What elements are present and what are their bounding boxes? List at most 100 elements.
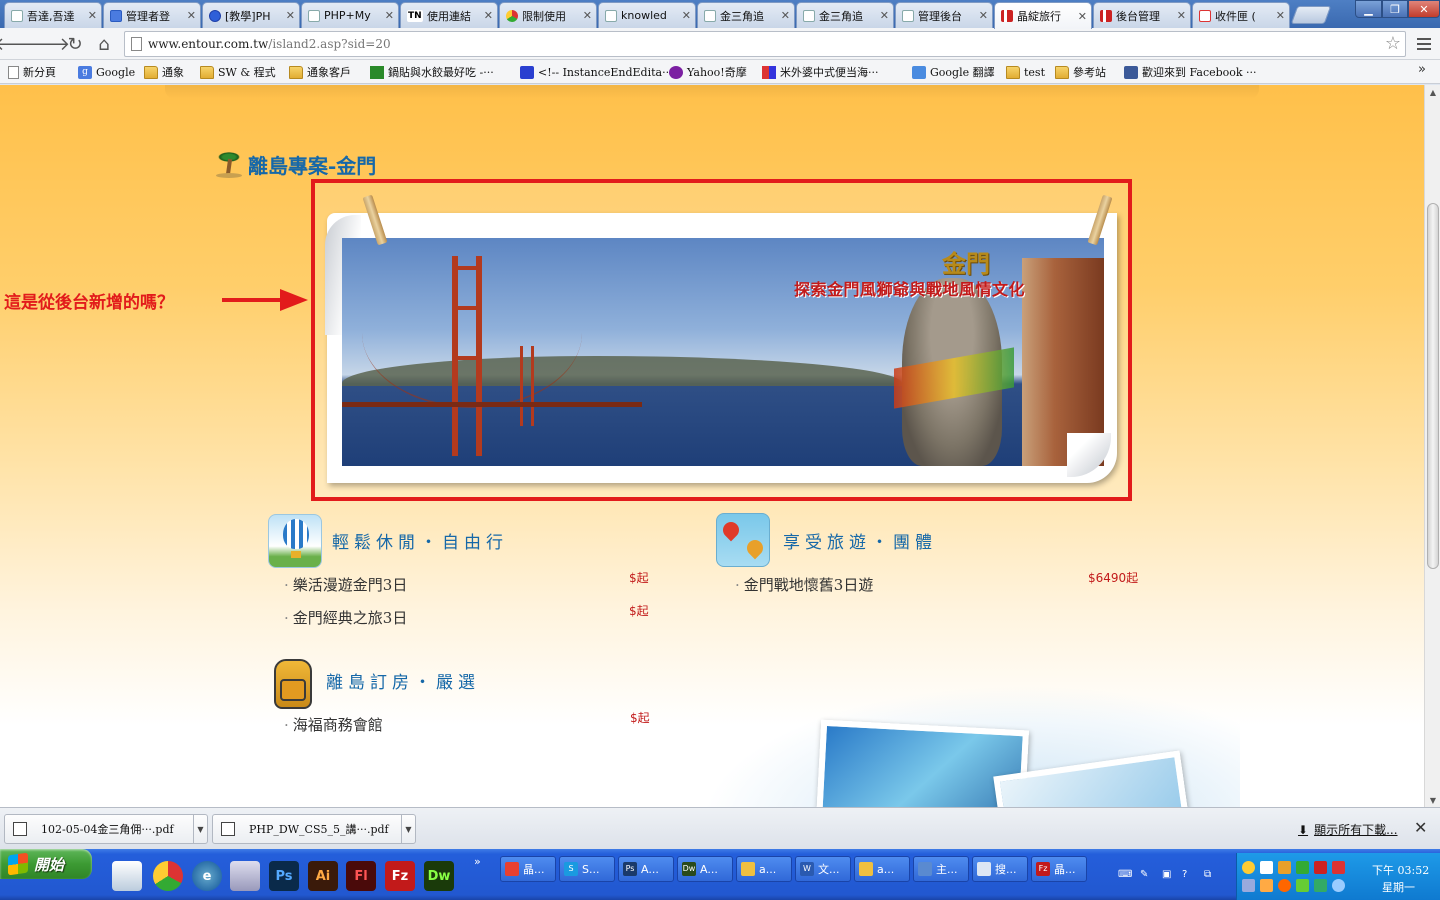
tray-mail-icon[interactable]: [1332, 861, 1345, 874]
notepad-icon[interactable]: [230, 861, 260, 891]
browser-tab[interactable]: 收件匣 (✕: [1192, 2, 1290, 28]
tray-app-icon[interactable]: [1332, 879, 1345, 892]
taskbar-task-button[interactable]: W 文...: [795, 856, 851, 882]
browser-tab[interactable]: 後台管理 ✕: [1093, 2, 1191, 28]
bookmark-item[interactable]: 歡迎來到 Facebook ···: [1124, 63, 1257, 81]
tab-close-icon[interactable]: ✕: [1276, 9, 1285, 22]
bookmark-item[interactable]: g Google: [78, 63, 135, 81]
bookmark-item[interactable]: Yahoo!奇摩: [669, 63, 747, 81]
taskbar-task-button[interactable]: 晶...: [500, 856, 556, 882]
tab-close-icon[interactable]: ✕: [88, 9, 97, 22]
tab-close-icon[interactable]: ✕: [484, 9, 493, 22]
address-bar[interactable]: www.entour.com.tw/island2.asp?sid=20 ☆: [124, 31, 1406, 57]
taskbar-task-button[interactable]: Fz 晶...: [1031, 856, 1087, 882]
browser-tab[interactable]: TN 使用連結 ✕: [400, 2, 498, 28]
window-close-button[interactable]: ✕: [1408, 0, 1440, 18]
tray-network-icon[interactable]: [1242, 879, 1255, 892]
new-tab-button[interactable]: [1290, 6, 1332, 24]
tray-app-icon[interactable]: [1278, 879, 1291, 892]
browser-tab[interactable]: knowled ✕: [598, 2, 696, 28]
bookmark-item[interactable]: <!-- InstanceEndEdita···: [520, 63, 673, 81]
bookmark-item[interactable]: 鍋貼與水餃最好吃 -···: [370, 63, 494, 81]
tab-close-icon[interactable]: ✕: [1078, 10, 1087, 23]
scroll-thumb[interactable]: [1427, 203, 1439, 569]
show-all-downloads-link[interactable]: ⬇ 顯示所有下載...: [1298, 821, 1398, 838]
chevron-down-icon[interactable]: ▼: [401, 815, 415, 843]
bookmark-item[interactable]: 參考站: [1055, 63, 1106, 81]
bookmark-star-icon[interactable]: ☆: [1385, 33, 1401, 54]
show-desktop-icon[interactable]: [112, 861, 142, 891]
browser-tab[interactable]: 晶綻旅行 ✕: [994, 2, 1092, 29]
chrome-icon[interactable]: [153, 861, 183, 891]
bookmark-item[interactable]: 新分頁: [8, 63, 56, 81]
download-item[interactable]: 102-05-04金三角佣···.pdf ▼: [4, 814, 208, 844]
restore-icon[interactable]: ⧉: [1204, 869, 1216, 881]
list-item[interactable]: · 樂活漫遊金門3日: [284, 574, 407, 595]
browser-tab[interactable]: PHP+My ✕: [301, 2, 399, 28]
quicklaunch-overflow-icon[interactable]: »: [474, 855, 481, 868]
tab-close-icon[interactable]: ✕: [979, 9, 988, 22]
tray-app-icon[interactable]: [1314, 861, 1327, 874]
tray-app-icon[interactable]: [1278, 861, 1291, 874]
tray-app-icon[interactable]: [1314, 879, 1327, 892]
tab-close-icon[interactable]: ✕: [385, 9, 394, 22]
browser-tab[interactable]: 限制使用 ✕: [499, 2, 597, 28]
tray-ime-icon[interactable]: [1260, 861, 1273, 874]
tab-close-icon[interactable]: ✕: [286, 9, 295, 22]
list-item[interactable]: · 金門經典之旅3日: [284, 607, 407, 628]
tray-app-icon[interactable]: [1296, 879, 1309, 892]
taskbar-task-button[interactable]: S S...: [559, 856, 615, 882]
tray-smiley-icon[interactable]: [1242, 861, 1255, 874]
taskbar-task-button[interactable]: Ps A...: [618, 856, 674, 882]
illustrator-icon[interactable]: Ai: [308, 861, 338, 891]
bookmark-item[interactable]: Google 翻譯: [912, 63, 995, 81]
browser-tab[interactable]: 金三角追 ✕: [796, 2, 894, 28]
scroll-down-icon[interactable]: ▼: [1425, 793, 1440, 807]
taskbar-task-button[interactable]: a...: [736, 856, 792, 882]
minimize-button[interactable]: ▁: [1355, 0, 1382, 18]
bookmark-item[interactable]: 通象客戶: [289, 63, 351, 81]
tab-close-icon[interactable]: ✕: [781, 9, 790, 22]
scroll-up-icon[interactable]: ▲: [1425, 85, 1440, 99]
tab-close-icon[interactable]: ✕: [583, 9, 592, 22]
banner-image[interactable]: 金門 探索金門風獅爺與戰地風情文化: [342, 238, 1104, 466]
browser-tab[interactable]: 金三角追 ✕: [697, 2, 795, 28]
forward-button[interactable]: 🡒: [22, 32, 70, 56]
ie-icon[interactable]: e: [192, 861, 222, 891]
bookmark-item[interactable]: 米外婆中式便当海···: [762, 63, 879, 81]
taskbar-task-button[interactable]: Dw A...: [677, 856, 733, 882]
start-button[interactable]: 開始: [0, 849, 92, 879]
browser-tab[interactable]: 吾達,吾達 ✕: [4, 2, 102, 28]
browser-tab[interactable]: 管理者登 ✕: [103, 2, 201, 28]
list-item[interactable]: · 金門戰地懷舊3日遊: [735, 574, 873, 595]
chevron-down-icon[interactable]: ▼: [193, 815, 207, 843]
taskbar-task-button[interactable]: a...: [854, 856, 910, 882]
taskbar-task-button[interactable]: 搜...: [972, 856, 1028, 882]
bookmark-item[interactable]: test: [1006, 63, 1045, 81]
browser-tab[interactable]: 管理後台 ✕: [895, 2, 993, 28]
keyboard-icon[interactable]: ⌨: [1118, 869, 1132, 881]
filezilla-icon[interactable]: Fz: [385, 861, 415, 891]
tab-close-icon[interactable]: ✕: [187, 9, 196, 22]
tab-close-icon[interactable]: ✕: [880, 9, 889, 22]
chrome-menu-button[interactable]: [1414, 34, 1434, 54]
home-button[interactable]: ⌂: [92, 32, 116, 56]
clock-time[interactable]: 下午 03:52: [1372, 862, 1429, 878]
download-item[interactable]: PHP_DW_CS5_5_講···.pdf ▼: [212, 814, 416, 844]
help-icon[interactable]: ?: [1182, 869, 1194, 881]
taskbar-task-button[interactable]: 主...: [913, 856, 969, 882]
photoshop-icon[interactable]: Ps: [269, 861, 299, 891]
bookmark-item[interactable]: SW & 程式: [200, 63, 276, 81]
browser-tab[interactable]: [教學]PH ✕: [202, 2, 300, 28]
pen-icon[interactable]: ✎: [1140, 869, 1152, 881]
bookmarks-overflow-button[interactable]: »: [1418, 62, 1426, 77]
volume-icon[interactable]: [1260, 879, 1273, 892]
language-bar-icon[interactable]: ▣: [1162, 869, 1174, 881]
maximize-button[interactable]: ❐: [1382, 0, 1408, 18]
tab-close-icon[interactable]: ✕: [1177, 9, 1186, 22]
url-text[interactable]: www.entour.com.tw/island2.asp?sid=20: [148, 37, 391, 51]
vertical-scrollbar[interactable]: ▲ ▼: [1424, 85, 1440, 807]
list-item[interactable]: · 海福商務會館: [284, 714, 383, 735]
close-icon[interactable]: ✕: [1414, 818, 1427, 837]
flash-icon[interactable]: Fl: [346, 861, 376, 891]
